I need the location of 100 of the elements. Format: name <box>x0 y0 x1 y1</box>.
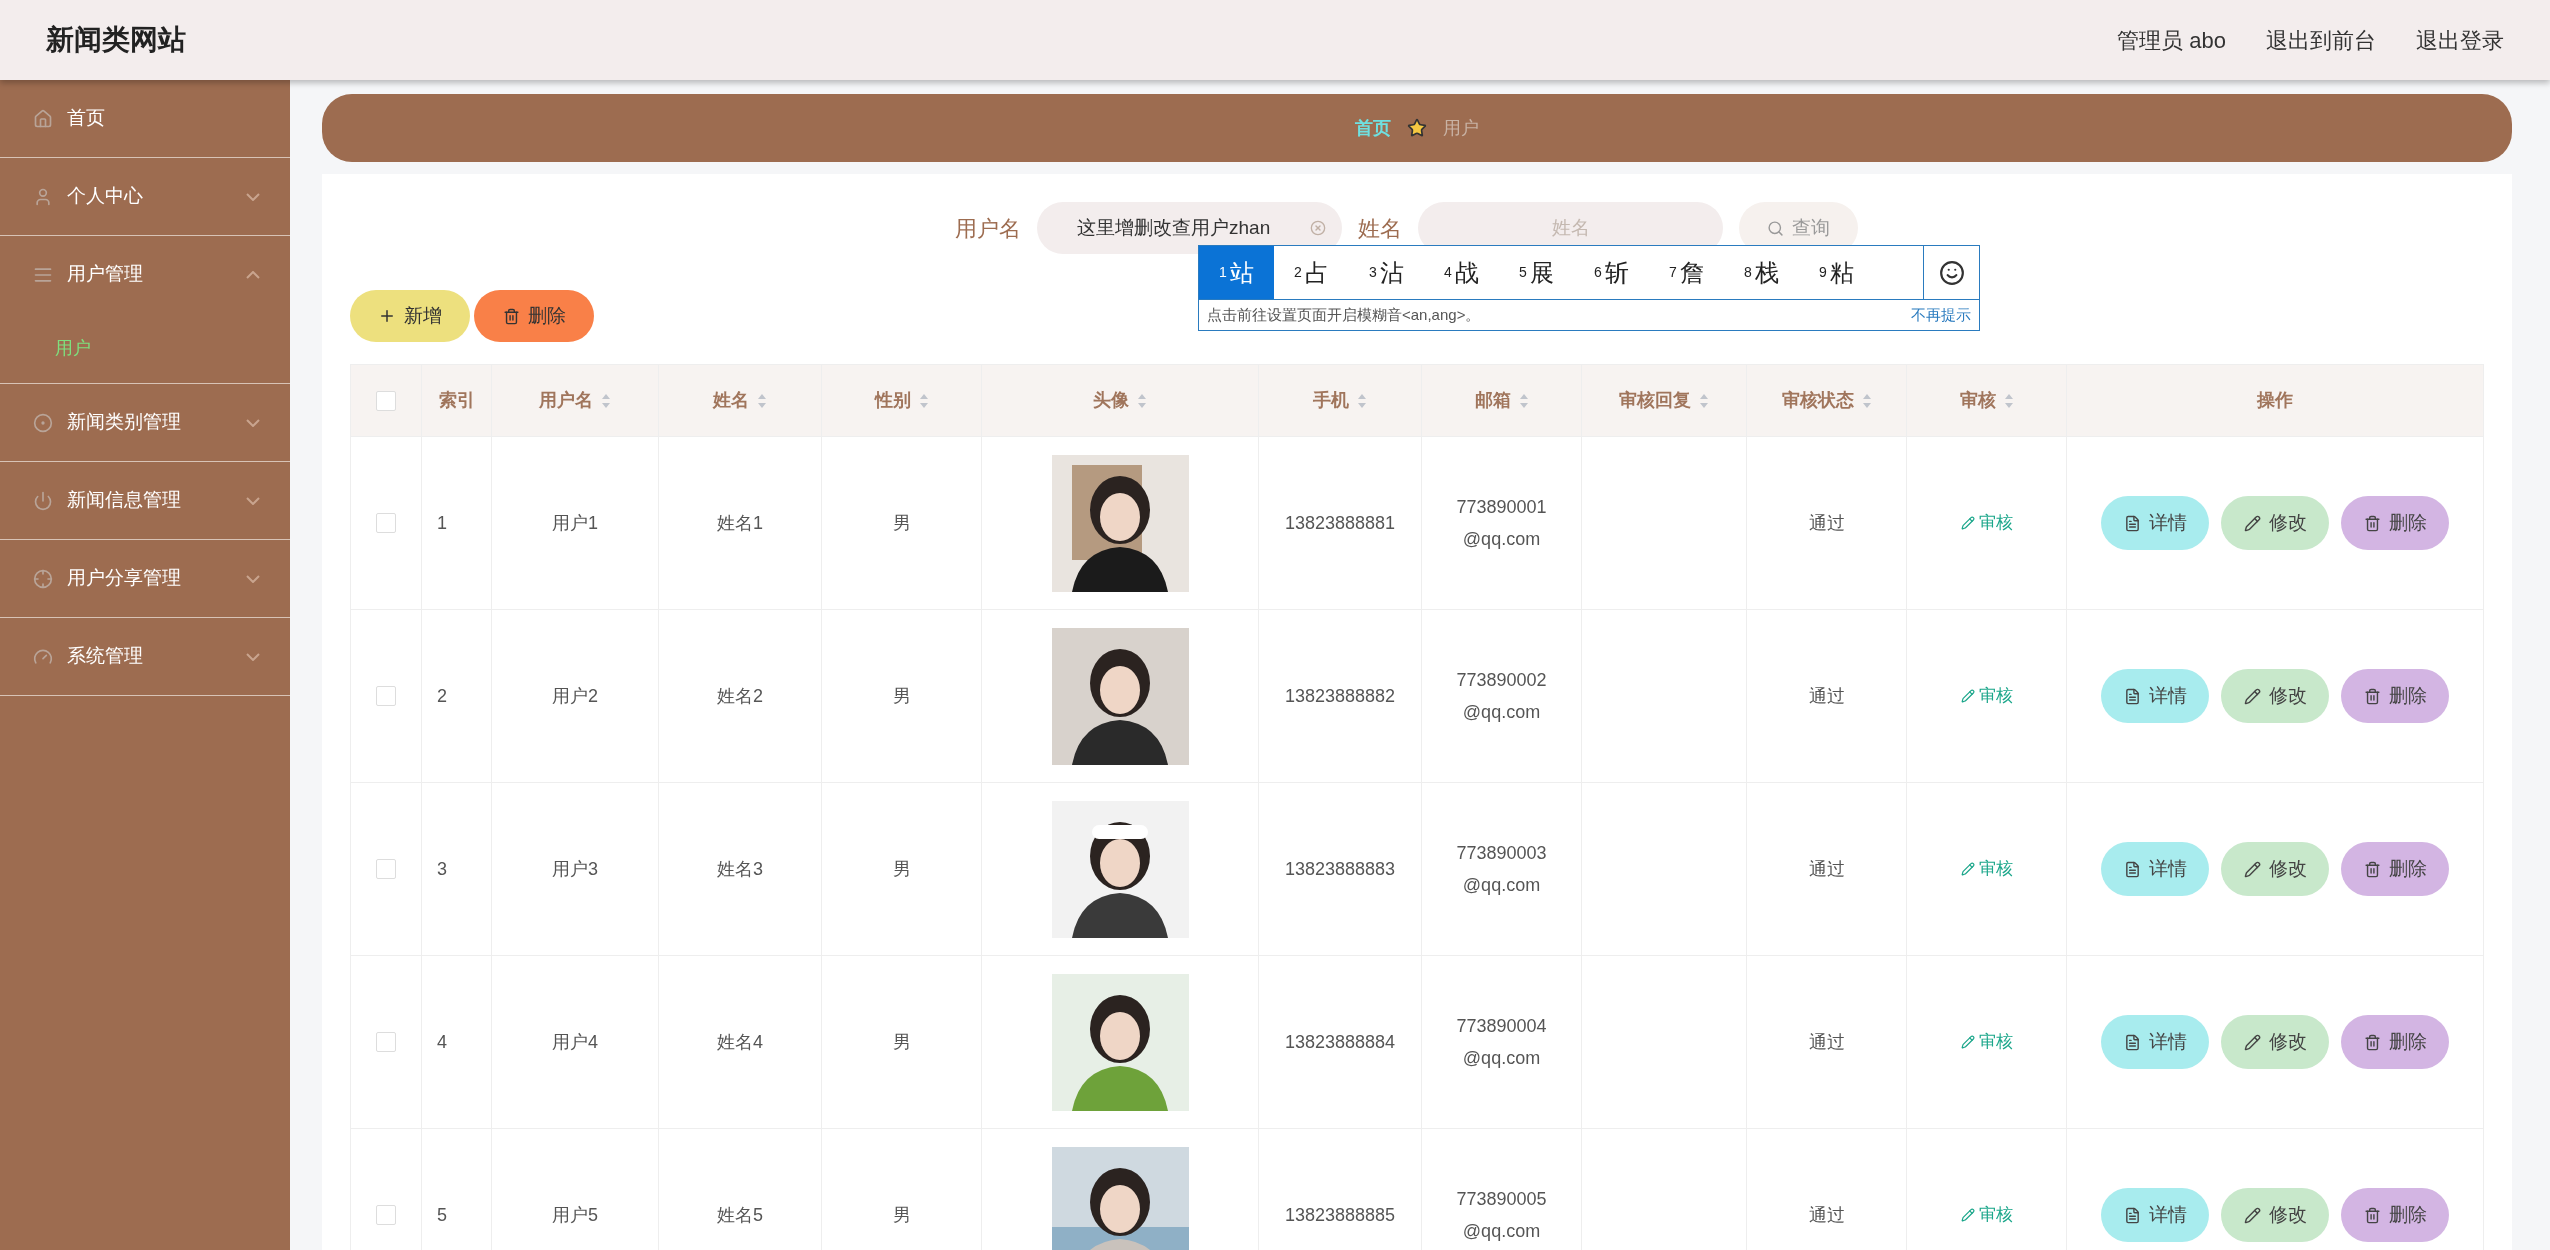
header-checkbox[interactable] <box>376 390 396 411</box>
table-cell-text: 通过 <box>1808 1030 1845 1054</box>
details-button[interactable]: 详情 <box>2101 1188 2209 1242</box>
table-cell-text: 13823888881 <box>1284 511 1396 535</box>
delete-button[interactable]: 删除 <box>2341 496 2449 550</box>
sort-icon[interactable] <box>757 392 767 409</box>
sidebar-item[interactable]: 新闻类别管理 <box>0 384 290 461</box>
delete-button[interactable]: 删除 <box>2341 842 2449 896</box>
table-cell-text: 姓名3 <box>717 857 763 881</box>
table-cell-text: 773890005@qq.com <box>1455 1188 1548 1243</box>
target-icon <box>33 412 53 433</box>
sort-icon[interactable] <box>1861 392 1872 409</box>
add-button[interactable]: 新增 <box>350 290 470 342</box>
table-cell-text: 3 <box>437 857 447 881</box>
table-cell-text: 男 <box>892 1203 911 1227</box>
table-cell-text: 姓名4 <box>717 1030 763 1054</box>
header-link[interactable]: 管理员 abo <box>2117 23 2226 57</box>
table-cell-text: 男 <box>892 684 911 708</box>
sort-icon[interactable] <box>918 392 929 409</box>
power-icon <box>33 490 53 511</box>
edit-button[interactable]: 修改 <box>2221 842 2329 896</box>
pencil-icon <box>1960 516 1975 530</box>
table-cell-text: 用户4 <box>552 1030 598 1054</box>
trash-icon <box>2363 514 2381 532</box>
details-button[interactable]: 详情 <box>2101 496 2209 550</box>
pencil-icon <box>2243 1033 2261 1051</box>
pencil-icon <box>2243 514 2261 532</box>
row-checkbox[interactable] <box>376 1205 396 1225</box>
sidebar-item[interactable]: 首页 <box>0 80 290 157</box>
edit-button[interactable]: 修改 <box>2221 496 2329 550</box>
column-header: 性别 <box>874 389 911 412</box>
breadcrumb-current: 用户 <box>1443 116 1479 140</box>
table-cell-text: 用户1 <box>552 511 598 535</box>
details-button[interactable]: 详情 <box>2101 1015 2209 1069</box>
column-header: 用户名 <box>539 389 593 412</box>
column-header: 索引 <box>438 389 475 412</box>
sidebar-item[interactable]: 个人中心 <box>0 158 290 235</box>
crosshair-icon <box>33 568 53 589</box>
table-cell-text: 773890001@qq.com <box>1455 496 1548 551</box>
table-cell-text: 用户3 <box>552 857 598 881</box>
edit-button[interactable]: 修改 <box>2221 1188 2329 1242</box>
table-cell-text: 通过 <box>1808 511 1845 535</box>
smiley-icon[interactable] <box>1938 259 1965 286</box>
sort-icon[interactable] <box>1518 392 1529 409</box>
document-icon <box>2123 687 2141 705</box>
document-icon <box>2123 514 2141 532</box>
edit-button[interactable]: 修改 <box>2221 1015 2329 1069</box>
table-cell-text: 用户5 <box>552 1203 598 1227</box>
table-cell-text: 通过 <box>1808 1203 1845 1227</box>
column-header: 审核 <box>1959 389 1996 412</box>
details-button[interactable]: 详情 <box>2101 669 2209 723</box>
pencil-icon <box>1960 1035 1975 1049</box>
table-cell-text: 13823888883 <box>1284 857 1396 881</box>
delete-button[interactable]: 删除 <box>2341 669 2449 723</box>
table-cell-text: 男 <box>892 857 911 881</box>
ime-candidate[interactable]: 1 站 <box>1199 246 1274 299</box>
sort-icon[interactable] <box>601 392 611 409</box>
header-link[interactable]: 退出登录 <box>2416 23 2504 57</box>
ime-hint: 点击前往设置页面开启模糊音<an,ang>。 <box>1207 304 1481 325</box>
pencil-icon <box>2243 1206 2261 1224</box>
sort-icon[interactable] <box>1357 392 1367 409</box>
table-cell-text: 4 <box>437 1030 447 1054</box>
field-label: 姓名 <box>1358 214 1402 243</box>
sidebar-item[interactable]: 用户管理 <box>0 236 290 313</box>
dismiss-link[interactable]: 不再提示 <box>1911 303 1971 327</box>
table-cell-text: 用户2 <box>552 684 598 708</box>
table-cell-text: 5 <box>437 1203 447 1227</box>
sort-icon[interactable] <box>1699 392 1709 409</box>
pencil-icon <box>1960 862 1975 876</box>
search-field[interactable]: 这里增删改查用户zhan <box>1037 202 1342 254</box>
sidebar-item[interactable]: 用户分享管理 <box>0 540 290 617</box>
table-cell-text: 2 <box>437 684 447 708</box>
trash-icon <box>2363 687 2381 705</box>
edit-button[interactable]: 修改 <box>2221 669 2329 723</box>
trash-icon <box>2363 1033 2381 1051</box>
row-checkbox[interactable] <box>376 513 396 533</box>
table-cell-text: 13823888885 <box>1284 1203 1396 1227</box>
row-checkbox[interactable] <box>376 859 396 879</box>
column-header: 操作 <box>2257 389 2293 412</box>
sort-icon[interactable] <box>1137 392 1147 409</box>
document-icon <box>2123 1206 2141 1224</box>
row-checkbox[interactable] <box>376 1032 396 1052</box>
pencil-icon <box>1960 1208 1975 1222</box>
sort-icon[interactable] <box>2003 392 2014 409</box>
home-icon <box>33 108 53 129</box>
sidebar-item[interactable]: 系统管理 <box>0 618 290 695</box>
table-cell-text: 姓名5 <box>717 1203 763 1227</box>
sidebar-item[interactable]: 新闻信息管理 <box>0 462 290 539</box>
delete-button[interactable]: 删除 <box>2341 1015 2449 1069</box>
plus-icon <box>378 307 396 325</box>
table-cell-text: 1 <box>437 511 447 535</box>
column-header: 审核回复 <box>1619 389 1691 412</box>
delete-button[interactable]: 删除 <box>2341 1188 2449 1242</box>
delete-button[interactable]: 删除 <box>474 290 594 342</box>
clear-icon[interactable] <box>1310 220 1326 236</box>
column-header: 手机 <box>1313 389 1349 412</box>
search-icon <box>1767 219 1784 237</box>
details-button[interactable]: 详情 <box>2101 842 2209 896</box>
header-link[interactable]: 退出到前台 <box>2266 23 2376 57</box>
row-checkbox[interactable] <box>376 686 396 706</box>
